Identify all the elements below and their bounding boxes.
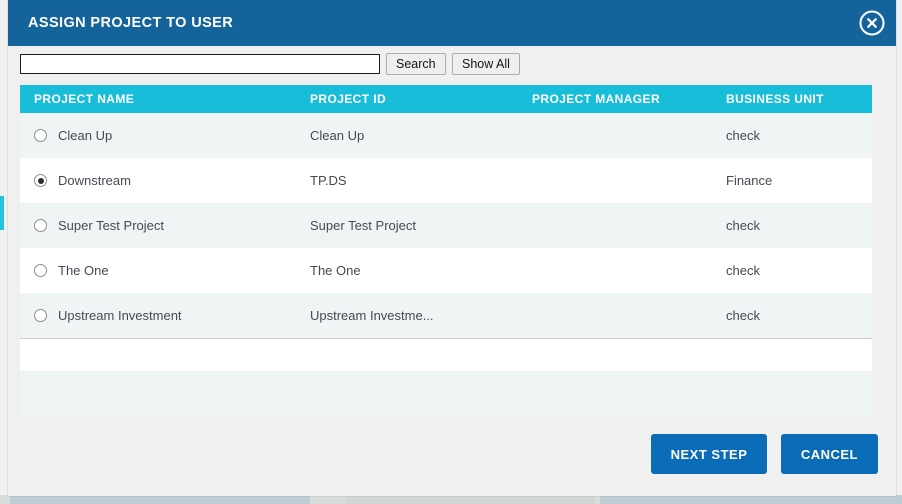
modal-title: ASSIGN PROJECT TO USER	[28, 15, 234, 31]
row-radio-button[interactable]	[34, 309, 47, 322]
cell-project-id: The One	[310, 263, 361, 278]
cell-project-name: The One	[58, 263, 109, 278]
projects-table: PROJECT NAME PROJECT ID PROJECT MANAGER …	[20, 85, 872, 416]
row-radio-button[interactable]	[34, 219, 47, 232]
cell-project-id: TP.DS	[310, 173, 347, 188]
table-row[interactable]: The One The One check	[20, 248, 872, 293]
table-row[interactable]: Clean Up Clean Up check	[20, 113, 872, 158]
cell-project-name: Super Test Project	[58, 218, 164, 233]
cell-business-unit: check	[726, 308, 760, 323]
table-padding-row	[20, 371, 872, 416]
table-row[interactable]: Downstream TP.DS Finance	[20, 158, 872, 203]
row-radio-button[interactable]	[34, 129, 47, 142]
cell-business-unit: check	[726, 128, 760, 143]
search-button[interactable]: Search	[386, 53, 446, 75]
show-all-button[interactable]: Show All	[452, 53, 520, 75]
modal-actions: NEXT STEP CANCEL	[642, 434, 878, 474]
cell-project-name: Clean Up	[58, 128, 113, 143]
cell-project-id: Clean Up	[310, 128, 365, 143]
search-toolbar: Search Show All	[8, 46, 896, 85]
table-row[interactable]: Super Test Project Super Test Project ch…	[20, 203, 872, 248]
column-header-business-unit[interactable]: BUSINESS UNIT	[726, 85, 824, 113]
cell-business-unit: check	[726, 263, 760, 278]
cell-project-id: Super Test Project	[310, 218, 416, 233]
cell-business-unit: check	[726, 218, 760, 233]
close-circle-icon[interactable]	[858, 9, 886, 37]
column-header-project-manager[interactable]: PROJECT MANAGER	[532, 85, 660, 113]
assign-project-modal: ASSIGN PROJECT TO USER Search Show All P…	[8, 0, 896, 496]
table-header-row: PROJECT NAME PROJECT ID PROJECT MANAGER …	[20, 85, 872, 113]
column-header-project-name[interactable]: PROJECT NAME	[34, 85, 134, 113]
column-header-project-id[interactable]: PROJECT ID	[310, 85, 386, 113]
cancel-button[interactable]: CANCEL	[780, 434, 878, 474]
cell-project-name: Upstream Investment	[58, 308, 182, 323]
row-radio-button[interactable]	[34, 174, 47, 187]
table-footer-row	[20, 338, 872, 371]
background-bottom-bar	[0, 495, 902, 504]
cell-business-unit: Finance	[726, 173, 773, 188]
table-row[interactable]: Upstream Investment Upstream Investme...…	[20, 293, 872, 338]
search-input[interactable]	[20, 54, 380, 74]
cell-project-name: Downstream	[58, 173, 131, 188]
row-radio-button[interactable]	[34, 264, 47, 277]
cell-project-id: Upstream Investme...	[310, 308, 434, 323]
background-accent-bar	[0, 196, 4, 230]
next-step-button[interactable]: NEXT STEP	[650, 434, 768, 474]
modal-header: ASSIGN PROJECT TO USER	[8, 0, 896, 46]
